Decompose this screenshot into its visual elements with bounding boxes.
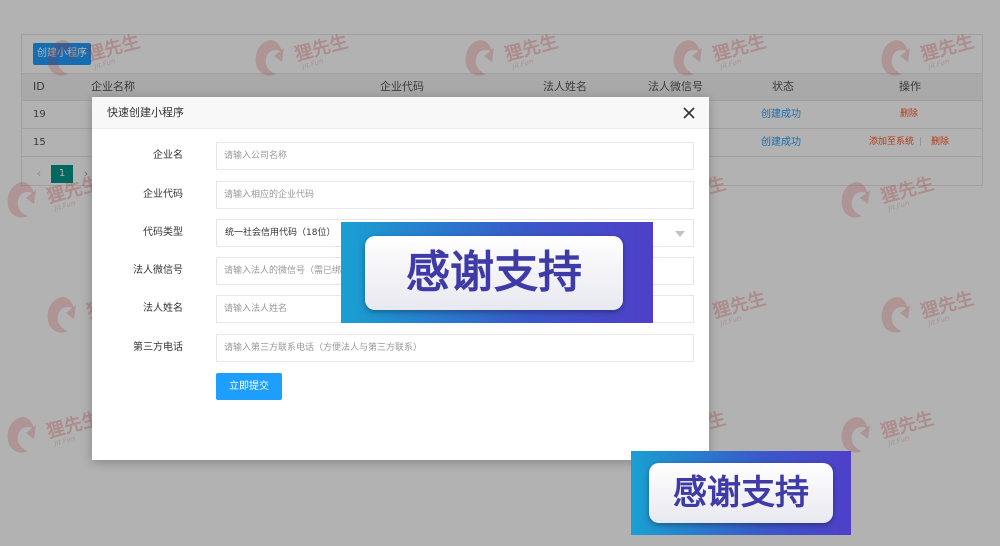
form-row-company-name: 企业名 — [92, 142, 709, 170]
legal-name-label: 法人姓名 — [143, 303, 183, 314]
third-party-phone-input[interactable] — [216, 334, 694, 362]
thanks-text: 感谢支持 — [673, 473, 809, 513]
dialog-title: 快速创建小程序 — [107, 106, 184, 119]
form-row-company-code: 企业代码 — [92, 181, 709, 209]
company-name-label: 企业名 — [153, 150, 183, 161]
close-icon[interactable] — [681, 105, 697, 121]
code-type-label: 代码类型 — [143, 227, 183, 238]
third-party-phone-label: 第三方电话 — [133, 342, 183, 353]
thanks-banner-small: 感谢支持 — [631, 451, 851, 535]
company-name-input[interactable] — [216, 142, 694, 170]
submit-button[interactable]: 立即提交 — [216, 373, 282, 400]
company-code-label: 企业代码 — [143, 189, 183, 200]
thanks-card: 感谢支持 — [649, 463, 833, 523]
form-row-third-party-phone: 第三方电话 — [92, 334, 709, 362]
dialog-header: 快速创建小程序 — [92, 97, 709, 129]
thanks-text: 感谢支持 — [406, 247, 582, 298]
code-type-value: 统一社会信用代码（18位） — [225, 228, 336, 238]
company-code-input[interactable] — [216, 181, 694, 209]
thanks-card: 感谢支持 — [365, 236, 623, 310]
thanks-banner-large: 感谢支持 — [341, 222, 653, 323]
legal-wechat-label: 法人微信号 — [133, 265, 183, 276]
chevron-down-icon — [675, 231, 685, 237]
